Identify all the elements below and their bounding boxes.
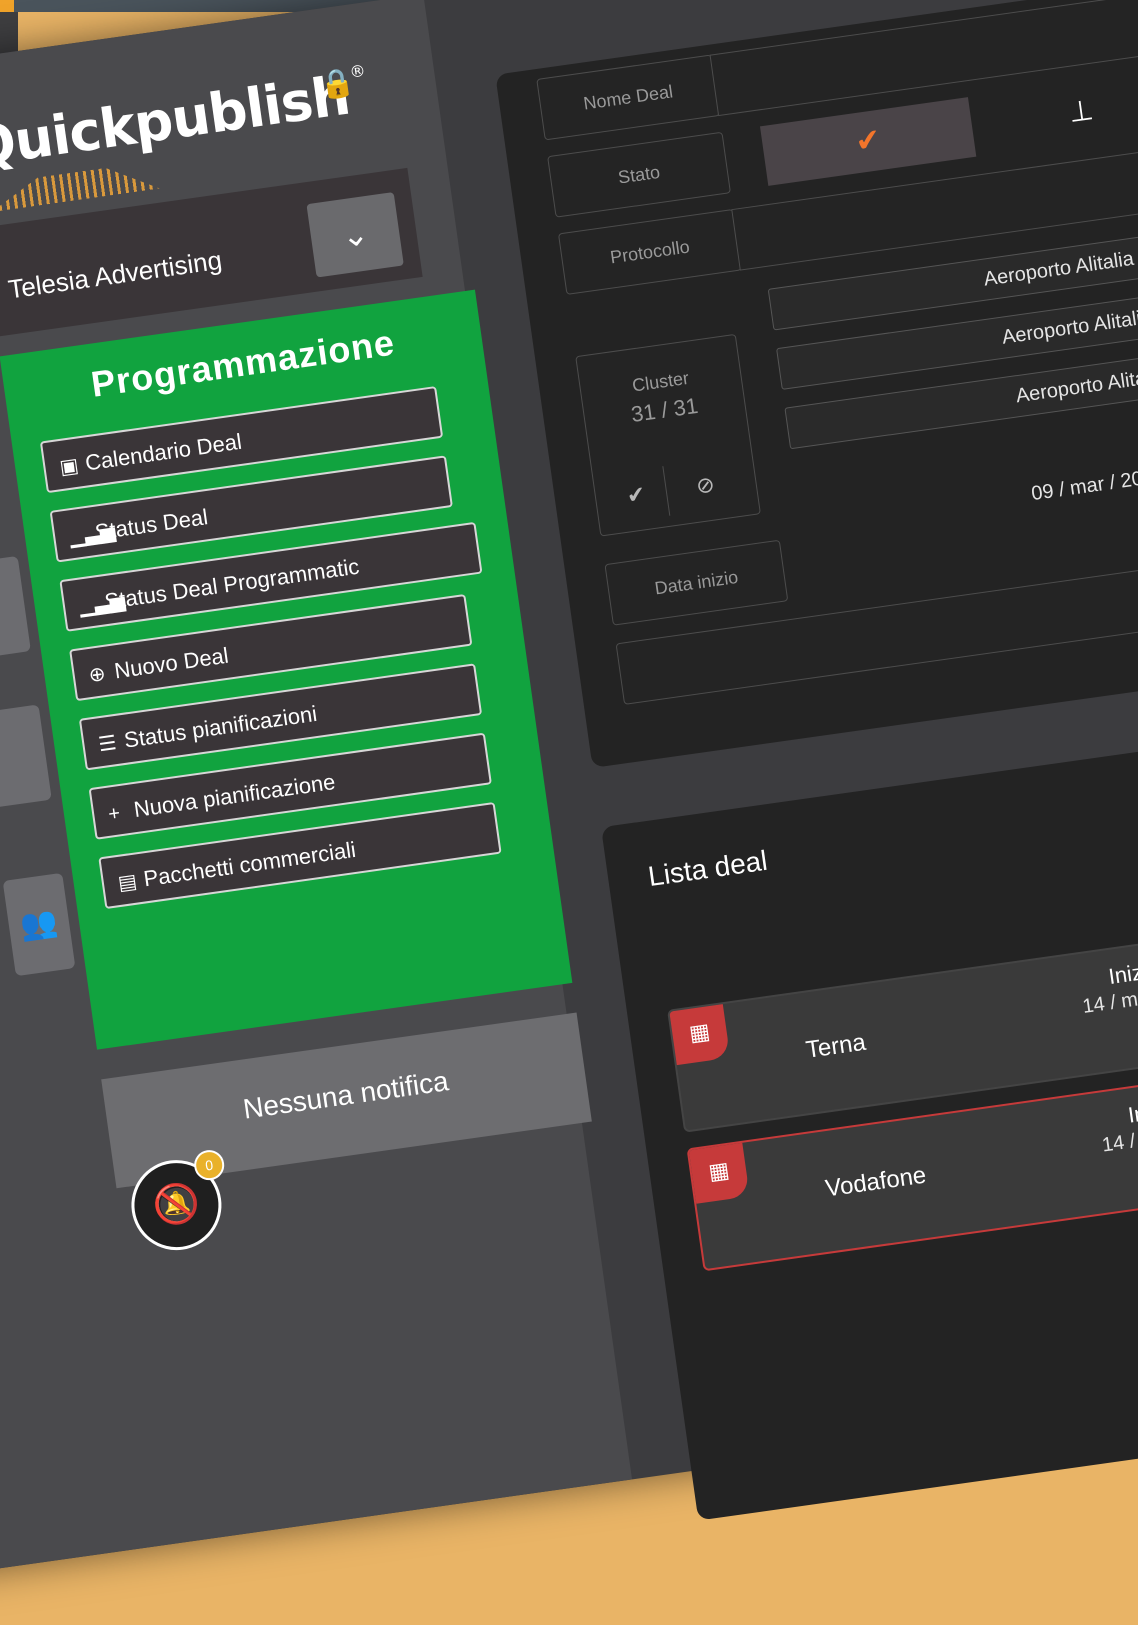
- menu-label: Status Deal: [93, 504, 210, 545]
- calendar-icon: ▣: [58, 454, 80, 480]
- side-tab-2[interactable]: [0, 704, 52, 813]
- plus-icon: +: [106, 802, 122, 826]
- deal-start-date: 14 / n: [1100, 1128, 1138, 1157]
- menu-label: Pacchetti commerciali: [141, 836, 358, 892]
- cluster-box: Cluster 31 / 31 ✔ ⊘: [575, 333, 761, 537]
- deal-name: Vodafone: [823, 1161, 928, 1203]
- menu-label: Calendario Deal: [83, 428, 244, 476]
- building-icon: ▦: [669, 1004, 731, 1066]
- data-inizio-value[interactable]: 09 / mar / 2021: [798, 423, 1138, 546]
- users-icon[interactable]: 👥: [2, 872, 76, 977]
- app-screen: Quickpublish® 🔒 Telesia Advertising ⌄ 👥 …: [0, 0, 1138, 1576]
- deal-start-label: Inizi: [1106, 958, 1138, 990]
- ban-icon[interactable]: ⊘: [672, 457, 738, 515]
- deal-list-panel: Lista deal ▦ Terna Inizi 14 / mar ▦ Voda…: [600, 704, 1138, 1521]
- lock-icon[interactable]: 🔒: [318, 65, 357, 103]
- package-icon: ▤: [116, 870, 139, 895]
- plus-circle-icon: ⊕: [87, 662, 108, 688]
- notification-text: Nessuna notifica: [241, 1065, 451, 1125]
- deal-start-date: 14 / mar: [1081, 985, 1138, 1018]
- side-tab-1[interactable]: [0, 555, 31, 664]
- deal-start-label: In: [1126, 1100, 1138, 1128]
- logo-text: Quickpublish: [0, 63, 354, 180]
- nome-deal-label: Nome Deal: [536, 54, 721, 141]
- menu-label: Nuova pianificazione: [132, 769, 337, 823]
- protocollo-label: Protocollo: [557, 208, 742, 295]
- menu-label: Status Deal Programmatic: [103, 553, 361, 615]
- chevron-down-icon[interactable]: ⌄: [306, 192, 404, 278]
- menu-label: Nuovo Deal: [112, 642, 231, 684]
- stato-label: Stato: [547, 131, 731, 218]
- top-bar-accent: [0, 0, 14, 12]
- stamp-icon[interactable]: ⊥: [978, 68, 1138, 155]
- list-icon: ☰: [97, 732, 119, 757]
- select-all-check-icon[interactable]: ✔: [602, 466, 671, 525]
- account-name: Telesia Advertising: [6, 244, 224, 305]
- building-icon: ▦: [688, 1142, 750, 1204]
- app-logo: Quickpublish®: [0, 61, 372, 179]
- deal-form-panel: Nome Deal Stato ✔ ⊥ Protocollo Cluster 3…: [495, 0, 1138, 768]
- double-check-icon[interactable]: ✔: [759, 97, 977, 186]
- deal-name: Terna: [804, 1028, 868, 1064]
- data-inizio-label: Data inizio: [604, 539, 789, 626]
- menu-label: Status pianificazioni: [122, 700, 319, 753]
- signal-bars-icon: ▁▃▅: [77, 589, 127, 618]
- signal-bars-icon: ▁▃▅: [67, 520, 117, 549]
- programmazione-menu: Programmazione ▣ Calendario Deal ▁▃▅Statu…: [0, 289, 573, 1050]
- deal-list-title: Lista deal: [646, 844, 770, 893]
